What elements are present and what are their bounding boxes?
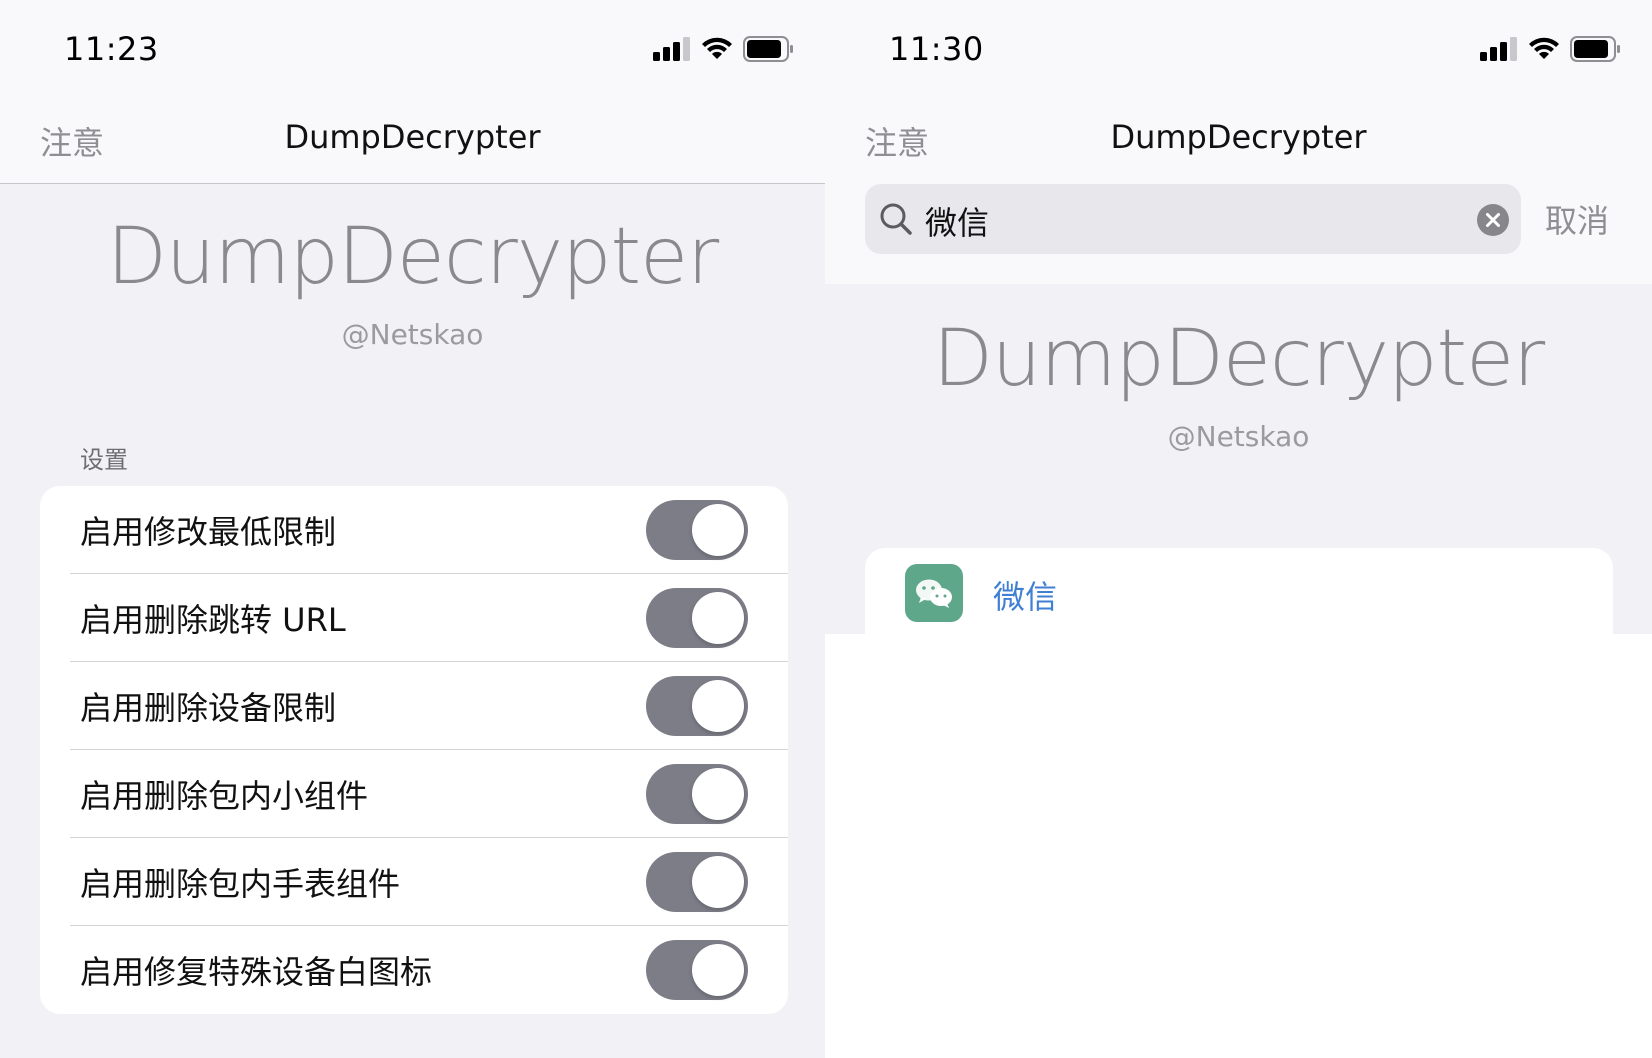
status-time: 11:30 xyxy=(889,30,984,68)
setting-row-device-limit: 启用删除设备限制 xyxy=(40,662,788,750)
cellular-signal-icon xyxy=(653,37,690,61)
remove-url-toggle[interactable] xyxy=(646,588,748,648)
cancel-button[interactable]: 取消 xyxy=(1545,196,1609,242)
wifi-icon xyxy=(1529,37,1559,59)
device-limit-toggle[interactable] xyxy=(646,676,748,736)
setting-label: 启用修复特殊设备白图标 xyxy=(80,953,433,991)
toggle-knob xyxy=(692,768,744,820)
toggle-knob xyxy=(692,944,744,996)
nav-title: DumpDecrypter xyxy=(1110,118,1367,156)
navigation-bar: 注意 DumpDecrypter xyxy=(0,100,825,184)
battery-icon xyxy=(1570,36,1620,62)
search-icon xyxy=(880,203,912,235)
setting-row-white-icon: 启用修复特殊设备白图标 xyxy=(40,926,788,1014)
battery-icon xyxy=(743,36,793,62)
settings-section-header: 设置 xyxy=(80,446,128,474)
setting-label: 启用删除跳转 URL xyxy=(80,601,346,639)
result-label: 微信 xyxy=(993,578,1058,616)
toggle-knob xyxy=(692,856,744,908)
setting-label: 启用删除包内小组件 xyxy=(80,777,369,815)
wechat-app-icon xyxy=(905,564,963,622)
toggle-knob xyxy=(692,592,744,644)
settings-list: 启用修改最低限制 启用删除跳转 URL 启用删除设备限制 启用删除包内小组件 启… xyxy=(40,486,788,1014)
status-icons xyxy=(1480,36,1622,62)
status-time: 11:23 xyxy=(64,30,159,68)
setting-row-min-limit: 启用修改最低限制 xyxy=(40,486,788,574)
hero-title: DumpDecrypter xyxy=(932,314,1545,404)
setting-label: 启用删除设备限制 xyxy=(80,689,337,727)
status-bar: 11:30 xyxy=(825,0,1652,100)
setting-label: 启用修改最低限制 xyxy=(80,513,337,551)
search-value: 微信 xyxy=(925,204,990,242)
nav-title: DumpDecrypter xyxy=(284,118,541,156)
left-screen: 11:23 注意 DumpDecrypter DumpDecrypter @Ne… xyxy=(0,0,825,1058)
white-icon-toggle[interactable] xyxy=(646,940,748,1000)
hero-subtitle: @Netskao xyxy=(1167,420,1310,453)
status-icons xyxy=(653,36,795,62)
hero-title: DumpDecrypter xyxy=(106,212,719,302)
setting-row-widgets: 启用删除包内小组件 xyxy=(40,750,788,838)
setting-row-watch-widgets: 启用删除包内手表组件 xyxy=(40,838,788,926)
widgets-toggle[interactable] xyxy=(646,764,748,824)
clear-icon[interactable] xyxy=(1477,204,1509,236)
right-screen: 11:30 注意 DumpDecrypter 微信 取消 DumpDecrypt… xyxy=(825,0,1652,1058)
wechat-logo-icon xyxy=(916,579,952,608)
search-result-row[interactable]: 微信 xyxy=(865,548,1613,634)
navigation-bar: 注意 DumpDecrypter 微信 取消 xyxy=(825,100,1652,284)
toggle-knob xyxy=(692,680,744,732)
watch-widgets-toggle[interactable] xyxy=(646,852,748,912)
search-input[interactable]: 微信 xyxy=(865,184,1521,254)
toggle-knob xyxy=(692,504,744,556)
setting-label: 启用删除包内手表组件 xyxy=(80,865,401,903)
nav-divider xyxy=(0,183,825,184)
cellular-signal-icon xyxy=(1480,37,1517,61)
hero-subtitle: @Netskao xyxy=(341,318,484,351)
min-limit-toggle[interactable] xyxy=(646,500,748,560)
status-bar: 11:23 xyxy=(0,0,825,100)
setting-row-remove-url: 启用删除跳转 URL xyxy=(40,574,788,662)
wifi-icon xyxy=(702,37,732,59)
